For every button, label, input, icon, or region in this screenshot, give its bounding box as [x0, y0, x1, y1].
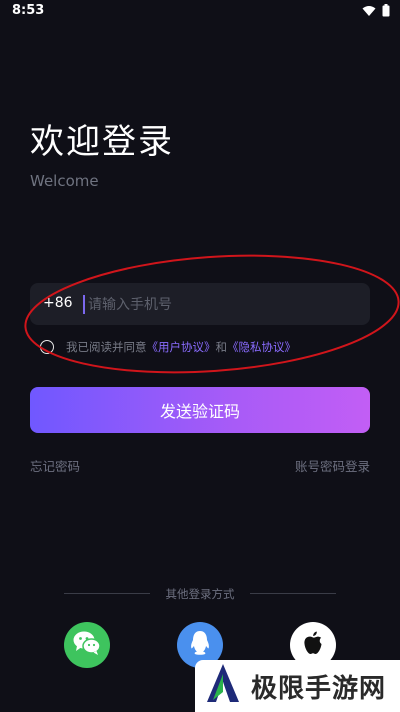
wifi-icon — [362, 5, 376, 17]
status-icons — [362, 4, 390, 17]
battery-icon — [382, 4, 390, 17]
other-login-divider: 其他登录方式 — [64, 586, 336, 602]
country-code[interactable]: +86 — [43, 295, 73, 311]
apple-icon — [302, 630, 324, 660]
status-bar: 8:53 — [0, 0, 400, 24]
agreement-text: 我已阅读并同意 — [66, 340, 147, 354]
privacy-agreement-link[interactable]: 《隐私协议》 — [227, 339, 296, 355]
text-cursor — [83, 295, 85, 314]
agreement-checkbox[interactable] — [40, 340, 54, 354]
divider-line-right — [250, 593, 336, 594]
send-code-button[interactable]: 发送验证码 — [30, 387, 370, 433]
wechat-icon — [72, 630, 102, 660]
agreement-row: 我已阅读并同意 《用户协议》 和 《隐私协议》 — [40, 339, 296, 355]
wechat-login-button[interactable] — [64, 622, 110, 668]
watermark-badge: 极限手游网 — [195, 660, 400, 712]
agreement-and-text: 和 — [215, 340, 228, 354]
user-agreement-link[interactable]: 《用户协议》 — [147, 339, 216, 355]
phone-input[interactable] — [86, 289, 360, 321]
password-login-link[interactable]: 账号密码登录 — [295, 456, 370, 475]
qq-icon — [188, 629, 212, 661]
watermark-text: 极限手游网 — [251, 673, 387, 704]
other-login-label: 其他登录方式 — [165, 587, 235, 601]
status-time: 8:53 — [12, 3, 45, 18]
phone-input-box[interactable]: +86 — [30, 283, 370, 325]
watermark-logo-icon — [203, 662, 243, 710]
page-subtitle: Welcome — [30, 172, 99, 190]
page-title: 欢迎登录 — [30, 122, 174, 162]
forgot-password-link[interactable]: 忘记密码 — [30, 456, 80, 475]
